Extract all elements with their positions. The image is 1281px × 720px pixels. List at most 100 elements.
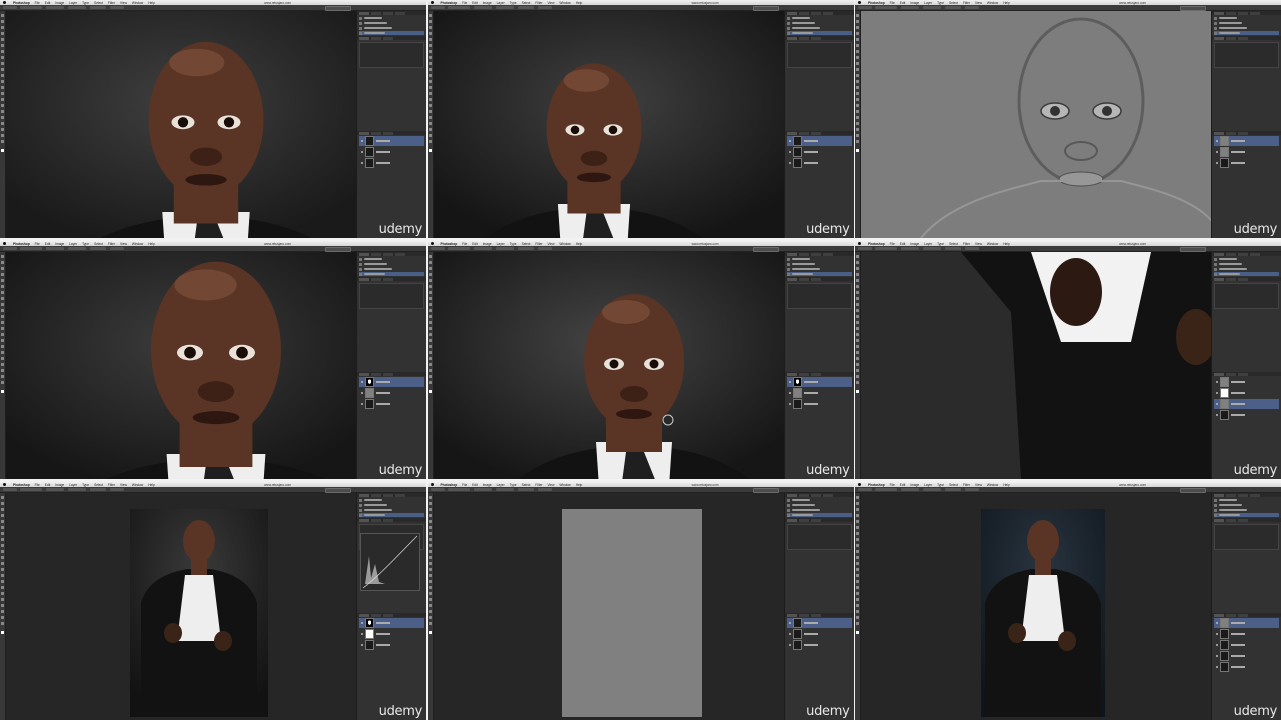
eye-icon[interactable] [361,403,363,405]
panel-tab[interactable] [786,519,797,522]
menu-item-type[interactable]: Type [937,242,944,246]
option-control[interactable] [46,6,64,9]
tool-icon[interactable] [1,586,4,589]
option-control[interactable] [495,488,514,491]
menu-item-file[interactable]: File [35,242,40,246]
tool-icon[interactable] [1,134,4,137]
tool-icon[interactable] [856,616,859,619]
menu-item-file[interactable]: File [462,1,467,5]
tool-icon[interactable] [856,68,859,71]
tool-icon[interactable] [856,20,859,23]
panel-tab[interactable] [798,278,809,281]
option-control[interactable] [46,247,64,250]
app-name[interactable]: Photoshop [13,242,30,246]
tool-icon[interactable] [1,562,4,565]
app-name[interactable]: Photoshop [13,483,30,487]
tool-icon[interactable] [856,544,859,547]
tool-icon[interactable] [1,345,4,348]
tool-icon[interactable] [1,122,4,125]
layer-row[interactable] [1214,651,1279,661]
tool-icon[interactable] [428,122,432,125]
menu-item-type[interactable]: Type [510,1,517,5]
apple-icon[interactable] [858,1,861,4]
menu-item-image[interactable]: Image [483,1,492,5]
tool-icon[interactable] [428,592,432,595]
panel-tab[interactable] [798,12,809,15]
option-control[interactable] [901,488,919,491]
tool-icon[interactable] [856,357,859,360]
history-state[interactable] [359,26,424,30]
eye-icon[interactable] [361,622,363,624]
apple-icon[interactable] [858,242,861,245]
tool-icon[interactable] [856,128,859,131]
tool-icon[interactable] [856,592,859,595]
menu-item-type[interactable]: Type [82,1,89,5]
panel-tab[interactable] [1238,519,1248,522]
panel-tab[interactable] [798,494,809,497]
layer-row[interactable] [1214,388,1279,398]
tool-icon[interactable] [428,544,432,547]
tool-icon[interactable] [428,538,432,541]
history-state[interactable] [1214,513,1279,517]
eye-icon[interactable] [361,644,363,646]
tool-icon[interactable] [428,514,432,517]
panel-tab[interactable] [383,253,393,256]
tool-icon[interactable] [1,14,4,17]
option-control[interactable] [901,6,919,9]
apple-icon[interactable] [3,483,6,486]
panel-tab[interactable] [359,37,369,40]
menu-item-edit[interactable]: Edit [45,242,51,246]
tool-icon[interactable] [856,598,859,601]
menu-item-view[interactable]: View [975,1,982,5]
tool-icon[interactable] [856,568,859,571]
panel-tab[interactable] [1226,278,1236,281]
tool-icon[interactable] [428,339,432,342]
tool-icon[interactable] [428,345,432,348]
menu-item-filter[interactable]: Filter [108,242,115,246]
layer-row[interactable] [359,618,424,628]
tool-icon[interactable] [1,116,4,119]
tool-icon[interactable] [1,50,4,53]
document-canvas[interactable] [6,11,356,238]
tool-icon[interactable] [1,538,4,541]
tool-icon[interactable] [428,526,432,529]
tool-icon[interactable] [428,38,432,41]
option-control[interactable] [473,6,492,9]
panel-tab[interactable] [1238,132,1248,135]
menu-item-help[interactable]: Help [576,483,583,487]
panel-tab[interactable] [810,278,821,281]
layer-row[interactable] [359,377,424,387]
history-state[interactable] [359,508,424,512]
option-control[interactable] [537,247,552,250]
option-control[interactable] [110,247,124,250]
tool-icon[interactable] [428,610,432,613]
tool-icon[interactable] [428,315,432,318]
tool-icon[interactable] [856,92,859,95]
menu-item-edit[interactable]: Edit [472,1,478,5]
panel-tab[interactable] [359,278,369,281]
menu-item-filter[interactable]: Filter [963,1,970,5]
panel-tab[interactable] [786,12,797,15]
tool-icon[interactable] [856,610,859,613]
app-name[interactable]: Photoshop [441,483,458,487]
tool-icon[interactable] [428,363,432,366]
history-state[interactable] [359,267,424,271]
tool-icon[interactable] [856,375,859,378]
tool-icon[interactable] [856,110,859,113]
option-control[interactable] [537,6,552,9]
panel-tab[interactable] [371,614,381,617]
tool-icon[interactable] [1,86,4,89]
tool-icon[interactable] [856,261,859,264]
panel-tab[interactable] [822,253,833,256]
option-control[interactable] [3,247,17,250]
menu-item-file[interactable]: File [890,1,895,5]
tool-icon[interactable] [428,604,432,607]
tool-icon[interactable] [1,568,4,571]
tool-icon[interactable] [1,110,4,113]
history-state[interactable] [1214,267,1279,271]
history-state[interactable] [786,513,852,517]
panel-tab[interactable] [383,494,393,497]
layer-row[interactable] [359,640,424,650]
tool-icon[interactable] [428,68,432,71]
tool-icon[interactable] [856,74,859,77]
